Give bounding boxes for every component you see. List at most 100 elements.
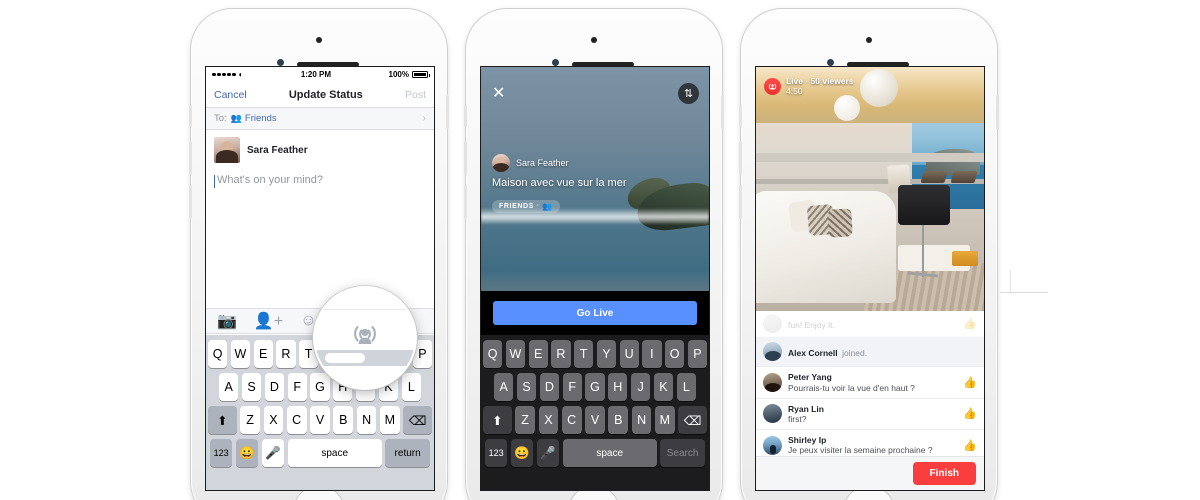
key-v[interactable]: V xyxy=(585,406,605,434)
join-notice: joined. xyxy=(842,348,868,359)
key-g[interactable]: G xyxy=(585,373,605,401)
key-q[interactable]: Q xyxy=(483,340,503,368)
emoji-icon[interactable]: 😀 xyxy=(235,439,259,467)
key-r[interactable]: R xyxy=(276,340,296,368)
volume-up-button[interactable] xyxy=(189,141,192,175)
volume-up-button[interactable] xyxy=(739,141,742,175)
key-v[interactable]: V xyxy=(310,406,330,434)
numbers-key[interactable]: 123 xyxy=(485,439,508,467)
flip-camera-icon[interactable]: ⇅ xyxy=(678,83,699,104)
key-i[interactable]: I xyxy=(642,340,662,368)
key-g[interactable]: G xyxy=(310,373,330,401)
volume-down-button[interactable] xyxy=(189,185,192,219)
key-s[interactable]: S xyxy=(516,373,537,401)
key-f[interactable]: F xyxy=(562,373,582,401)
live-status-text[interactable]: Maison avec vue sur la mer xyxy=(492,177,695,189)
key-o[interactable]: O xyxy=(665,340,685,368)
composer-body[interactable]: What's on your mind? xyxy=(206,170,434,190)
key-z[interactable]: Z xyxy=(240,406,260,434)
key-l[interactable]: L xyxy=(401,373,421,401)
key-h[interactable]: H xyxy=(608,373,628,401)
return-key[interactable]: return xyxy=(385,439,430,467)
key-m[interactable]: M xyxy=(379,406,400,434)
key-p[interactable]: P xyxy=(687,340,707,368)
microphone-icon[interactable]: 🎤 xyxy=(261,439,285,467)
like-icon[interactable]: 👍 xyxy=(963,407,977,420)
backspace-icon[interactable]: ⌫ xyxy=(403,406,432,434)
avatar xyxy=(763,404,782,424)
emoji-icon[interactable]: 😀 xyxy=(510,439,534,467)
live-comments-feed[interactable]: fun! Enjoy it. 👍 Alex Cornell joined. Pe… xyxy=(756,311,984,490)
finish-button[interactable]: Finish xyxy=(912,462,976,485)
key-w[interactable]: W xyxy=(230,340,250,368)
key-b[interactable]: B xyxy=(608,406,629,434)
comment-body: Alex Cornell joined. xyxy=(788,342,977,361)
keyboard-dark[interactable]: Q W E R T Y U I O P A S D F G H J K L ⬆ … xyxy=(481,335,709,490)
key-w[interactable]: W xyxy=(505,340,525,368)
key-k[interactable]: K xyxy=(653,373,674,401)
mute-switch[interactable] xyxy=(739,105,742,127)
shift-icon[interactable]: ⬆ xyxy=(483,406,512,434)
camera-icon[interactable]: 📷 xyxy=(217,311,237,331)
status-input-placeholder[interactable]: What's on your mind? xyxy=(214,174,426,188)
volume-down-button[interactable] xyxy=(739,185,742,219)
close-icon[interactable]: ✕ xyxy=(492,86,505,102)
key-l[interactable]: L xyxy=(676,373,696,401)
tag-person-icon[interactable]: 👤+ xyxy=(254,311,283,331)
power-button[interactable] xyxy=(446,95,449,129)
avatar xyxy=(763,435,782,455)
microphone-icon[interactable]: 🎤 xyxy=(536,439,560,467)
backspace-icon[interactable]: ⌫ xyxy=(678,406,707,434)
search-key[interactable]: Search xyxy=(660,439,705,467)
volume-up-button[interactable] xyxy=(464,141,467,175)
space-key[interactable]: space xyxy=(562,439,657,467)
key-j[interactable]: J xyxy=(630,373,651,401)
power-button[interactable] xyxy=(721,95,724,129)
audience-label: To: xyxy=(214,113,227,124)
phone-composer: ◐ 1:20 PM 100% Cancel Update Status Post… xyxy=(189,8,449,500)
key-z[interactable]: Z xyxy=(515,406,535,434)
key-q[interactable]: Q xyxy=(208,340,228,368)
keyboard-row-4: 123 😀 🎤 space return xyxy=(208,439,432,467)
key-f[interactable]: F xyxy=(287,373,307,401)
key-a[interactable]: A xyxy=(494,373,514,401)
mute-switch[interactable] xyxy=(189,105,192,127)
key-t[interactable]: T xyxy=(574,340,594,368)
mute-switch[interactable] xyxy=(464,105,467,127)
key-x[interactable]: X xyxy=(263,406,284,434)
like-icon[interactable]: 👍 xyxy=(963,439,977,452)
key-d[interactable]: D xyxy=(264,373,284,401)
privacy-badge[interactable]: FRIENDS · 👥 xyxy=(492,200,560,213)
cancel-button[interactable]: Cancel xyxy=(214,89,247,101)
key-s[interactable]: S xyxy=(241,373,262,401)
space-key[interactable]: space xyxy=(287,439,382,467)
numbers-key[interactable]: 123 xyxy=(210,439,233,467)
key-y[interactable]: Y xyxy=(596,340,616,368)
like-icon[interactable]: 👍 xyxy=(963,317,977,330)
volume-down-button[interactable] xyxy=(464,185,467,219)
key-m[interactable]: M xyxy=(654,406,675,434)
key-b[interactable]: B xyxy=(333,406,354,434)
power-button[interactable] xyxy=(996,95,999,129)
list-item: fun! Enjoy it. 👍 xyxy=(756,311,984,338)
keyboard-row-2: A S D F G H J K L xyxy=(483,373,707,401)
key-e[interactable]: E xyxy=(253,340,273,368)
live-video-icon[interactable] xyxy=(345,314,385,354)
go-live-button[interactable]: Go Live xyxy=(493,301,697,325)
key-d[interactable]: D xyxy=(539,373,559,401)
like-icon[interactable]: 👍 xyxy=(963,376,977,389)
key-r[interactable]: R xyxy=(551,340,571,368)
shift-icon[interactable]: ⬆ xyxy=(208,406,237,434)
magnifier-divider xyxy=(315,309,415,310)
key-u[interactable]: U xyxy=(619,340,639,368)
magnifier-key-shape-2 xyxy=(348,376,382,385)
post-button[interactable]: Post xyxy=(405,89,426,101)
key-e[interactable]: E xyxy=(528,340,548,368)
key-n[interactable]: N xyxy=(631,406,652,434)
key-c[interactable]: C xyxy=(286,406,307,434)
key-c[interactable]: C xyxy=(561,406,582,434)
audience-selector-row[interactable]: To: 👥 Friends › xyxy=(206,108,434,130)
key-a[interactable]: A xyxy=(219,373,239,401)
key-n[interactable]: N xyxy=(356,406,377,434)
key-x[interactable]: X xyxy=(538,406,559,434)
